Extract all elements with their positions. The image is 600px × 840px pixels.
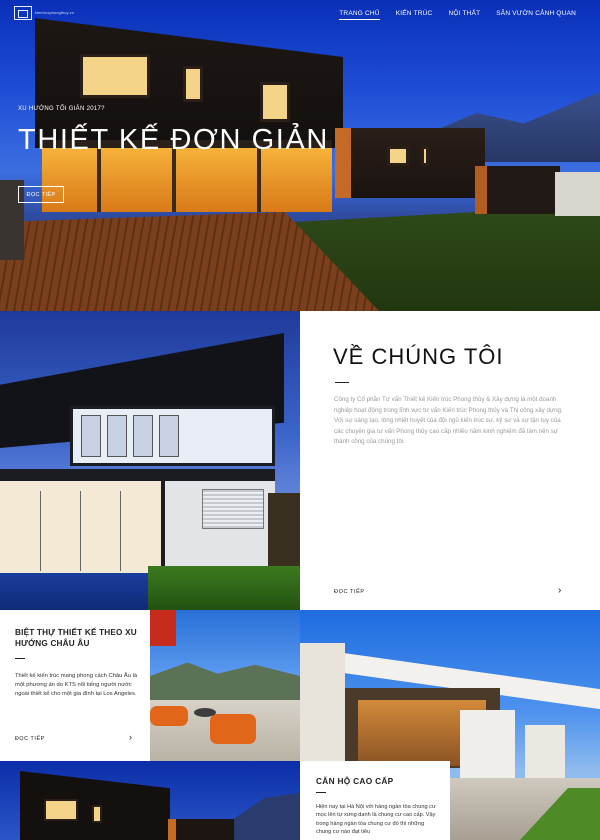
- about-grass: [148, 566, 300, 610]
- about-floor-slab: [0, 469, 275, 481]
- about-pool: [0, 573, 165, 610]
- terrace-table: [194, 708, 216, 717]
- logo-icon: [14, 6, 32, 20]
- hero-read-more-button[interactable]: ĐỌC TIẾP: [18, 186, 64, 203]
- hero-window: [387, 146, 409, 166]
- about-lower-floor: [0, 481, 165, 573]
- hero-pillar: [97, 148, 101, 212]
- hero-title: THIẾT KẾ ĐƠN GIẢN: [18, 124, 329, 156]
- nav-item-architecture[interactable]: KIẾN TRÚC: [396, 10, 433, 20]
- terrace-image: [150, 610, 300, 761]
- logo-text: kientrucphongthuy.vn: [35, 11, 75, 15]
- about-upper-floor: [70, 406, 275, 466]
- apartment-image: [0, 761, 300, 840]
- about-read-more-link[interactable]: ĐỌC TIẾP: [334, 589, 365, 595]
- villa-divider: [15, 658, 25, 659]
- terrace-mountains: [150, 662, 300, 703]
- terrace-red-wall: [150, 610, 176, 646]
- apartment-mountain: [230, 793, 300, 840]
- site-logo[interactable]: kientrucphongthuy.vn: [14, 5, 86, 21]
- hero-window: [80, 54, 150, 98]
- about-window: [81, 415, 101, 457]
- modern-wall: [460, 710, 515, 780]
- terrace-cushion: [210, 714, 256, 744]
- nav-item-home[interactable]: TRANG CHỦ: [339, 10, 380, 20]
- hero-house-2: [335, 128, 485, 198]
- top-nav: kientrucphongthuy.vn TRANG CHỦ KIẾN TRÚC…: [0, 0, 600, 28]
- about-glass-line: [120, 491, 121, 571]
- hero-banner: kientrucphongthuy.vn TRANG CHỦ KIẾN TRÚC…: [0, 0, 600, 311]
- modern-wall: [525, 725, 565, 785]
- nav-item-interior[interactable]: NỘI THẤT: [448, 10, 480, 20]
- hero-window: [421, 146, 429, 166]
- hero-pillar: [172, 148, 176, 212]
- chevron-right-icon[interactable]: ›: [129, 732, 132, 742]
- apartment-house: [20, 771, 170, 840]
- terrace-cushion: [150, 706, 188, 726]
- about-shutter: [202, 489, 264, 529]
- nav-menu: TRANG CHỦ KIẾN TRÚC NỘI THẤT SÂN VƯỜN CẢ…: [339, 10, 576, 20]
- hero-window: [260, 82, 290, 122]
- villa-body: Thiết kế kiến trúc mang phong cách Châu …: [15, 673, 138, 697]
- apartment-title: CĂN HỘ CAO CẤP: [316, 776, 394, 786]
- villa-title: BIỆT THỰ THIẾT KẾ THEO XU HƯỚNG CHÂU ÂU: [15, 628, 137, 648]
- about-image: [0, 311, 300, 610]
- about-tree: [268, 493, 300, 573]
- villa-card: BIỆT THỰ THIẾT KẾ THEO XU HƯỚNG CHÂU ÂU …: [0, 610, 150, 761]
- apartment-window: [44, 799, 78, 821]
- apartment-house-2: [168, 819, 234, 840]
- nav-item-landscape[interactable]: SÂN VƯỜN CẢNH QUAN: [496, 10, 576, 20]
- hero-window: [183, 66, 203, 102]
- about-divider: [335, 382, 349, 383]
- hero-house-4: [555, 172, 600, 216]
- hero-pillar: [257, 148, 261, 212]
- about-glass-line: [80, 491, 81, 571]
- about-body: Công ty Cổ phần Tư vấn Thiết kế Kiến trú…: [334, 396, 563, 445]
- apartment-card: CĂN HỘ CAO CẤP Hiện nay tại Hà Nội với h…: [300, 761, 450, 840]
- about-section: VỀ CHÚNG TÔI Công ty Cổ phần Tư vấn Thiế…: [300, 311, 600, 610]
- villa-read-more-link[interactable]: ĐỌC TIẾP: [15, 736, 45, 742]
- about-title: VỀ CHÚNG TÔI: [333, 344, 504, 369]
- about-window: [107, 415, 127, 457]
- hero-kicker: XU HƯỚNG TỐI GIẢN 2017?: [18, 106, 105, 112]
- about-glass-line: [40, 491, 41, 571]
- chevron-right-icon[interactable]: ›: [558, 585, 561, 596]
- hero-house-3: [475, 166, 560, 214]
- apartment-body: Hiện nay tại Hà Nội với hàng ngàn tòa ch…: [316, 804, 436, 836]
- about-window: [133, 415, 153, 457]
- about-window: [159, 415, 179, 457]
- apartment-divider: [316, 792, 326, 793]
- apartment-window: [92, 805, 102, 823]
